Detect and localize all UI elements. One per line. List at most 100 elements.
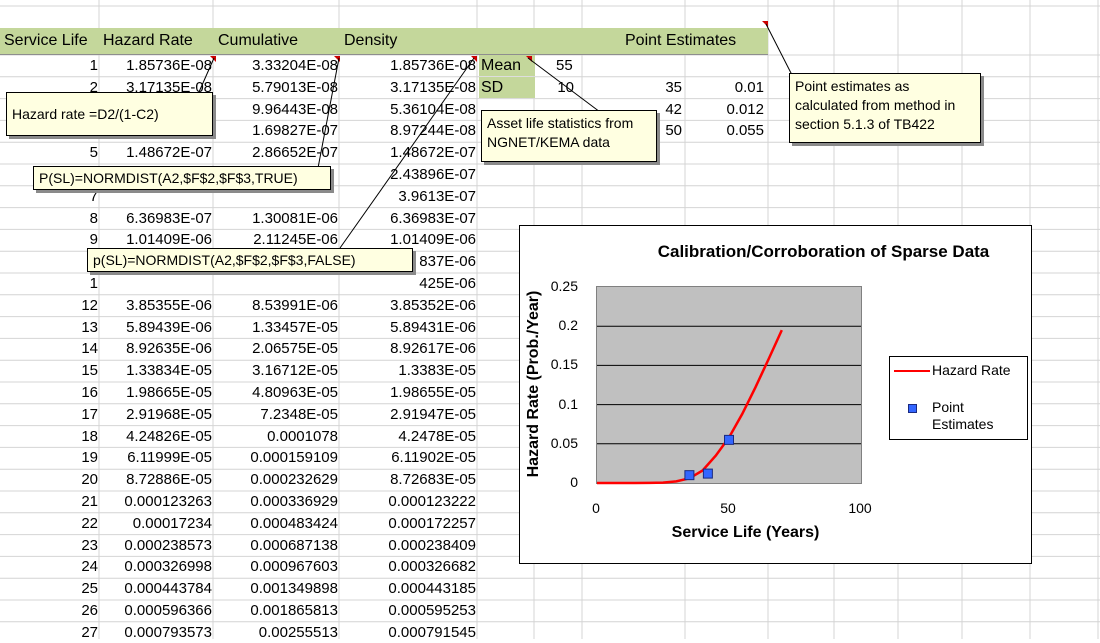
cell-service-life[interactable]: 26 xyxy=(0,600,98,622)
cell-hazard-rate[interactable]: 5.89439E-06 xyxy=(100,317,212,339)
cell-service-life[interactable]: 1 xyxy=(0,273,98,295)
cell-density[interactable]: 0.000172257 xyxy=(340,513,476,535)
cell-service-life[interactable]: 9 xyxy=(0,229,98,251)
cell-density[interactable]: 1.85736E-08 xyxy=(340,55,476,77)
cell-service-life[interactable]: 5 xyxy=(0,142,98,164)
cell-density[interactable]: 1.98655E-05 xyxy=(340,382,476,404)
cell-density[interactable]: 8.72683E-05 xyxy=(340,469,476,491)
cell-cumulative[interactable]: 1.69827E-07 xyxy=(214,120,338,142)
cell-hazard-rate[interactable]: 2.91968E-05 xyxy=(100,404,212,426)
cell-service-life[interactable]: 1 xyxy=(0,251,98,273)
cell-service-life[interactable]: 27 xyxy=(0,622,98,643)
cell-cumulative[interactable]: 0.001349898 xyxy=(214,578,338,600)
cell-density[interactable]: 3.85352E-06 xyxy=(340,295,476,317)
hazard-chart[interactable]: Calibration/Corroboration of Sparse Data… xyxy=(519,225,1032,564)
cell-cumulative[interactable]: 0.000483424 xyxy=(214,513,338,535)
cell-hazard-rate[interactable]: 1.98665E-05 xyxy=(100,382,212,404)
cell-cumulative[interactable]: 0.00255513 xyxy=(214,622,338,643)
cell-service-life[interactable]: 24 xyxy=(0,556,98,578)
cell-cumulative[interactable]: 0.000336929 xyxy=(214,491,338,513)
point-rate-2[interactable]: 0.012 xyxy=(700,99,764,121)
point-estimate-marker[interactable] xyxy=(684,470,695,481)
cell-hazard-rate[interactable]: 0.000793573 xyxy=(100,622,212,643)
series-line-hazard-rate[interactable] xyxy=(597,329,783,485)
cell-service-life[interactable]: 1 xyxy=(0,55,98,77)
cell-cumulative[interactable]: 9.96443E-08 xyxy=(214,99,338,121)
cell-hazard-rate[interactable]: 0.00017234 xyxy=(100,513,212,535)
cell-hazard-rate[interactable]: 6.11999E-05 xyxy=(100,447,212,469)
point-life-1[interactable]: 35 xyxy=(630,77,682,99)
cell-service-life[interactable]: 19 xyxy=(0,447,98,469)
point-estimate-marker[interactable] xyxy=(724,434,734,445)
cell-cumulative[interactable]: 5.79013E-08 xyxy=(214,77,338,99)
cell-hazard-rate[interactable]: 0.000596366 xyxy=(100,600,212,622)
cell-cumulative[interactable]: 0.000687138 xyxy=(214,535,338,557)
cell-density[interactable]: 0.000443185 xyxy=(340,578,476,600)
header-point-estimates[interactable]: Point Estimates xyxy=(625,28,736,54)
cell-cumulative[interactable]: 8.53991E-06 xyxy=(214,295,338,317)
header-cumulative[interactable]: Cumulative xyxy=(218,28,298,54)
comment-density[interactable]: p(SL)=NORMDIST(A2,$F$2,$F$3,FALSE) xyxy=(87,248,413,272)
comment-cumulative[interactable]: P(SL)=NORMDIST(A2,$F$2,$F$3,TRUE) xyxy=(33,166,331,190)
cell-density[interactable]: 2.43896E-07 xyxy=(340,164,476,186)
cell-density[interactable]: 3.9613E-07 xyxy=(340,186,476,208)
cell-service-life[interactable]: 12 xyxy=(0,295,98,317)
cell-density[interactable]: 1.48672E-07 xyxy=(340,142,476,164)
cell-cumulative[interactable]: 2.06575E-05 xyxy=(214,338,338,360)
cell-cumulative[interactable]: 2.86652E-07 xyxy=(214,142,338,164)
cell-service-life[interactable]: 21 xyxy=(0,491,98,513)
comment-indicator[interactable] xyxy=(762,21,768,27)
cell-hazard-rate[interactable]: 0.000238573 xyxy=(100,535,212,557)
cell-density[interactable]: 4.2478E-05 xyxy=(340,426,476,448)
plot-area[interactable] xyxy=(596,286,862,485)
cell-cumulative[interactable]: 1.33457E-05 xyxy=(214,317,338,339)
cell-service-life[interactable]: 25 xyxy=(0,578,98,600)
cell-density[interactable]: 2.91947E-05 xyxy=(340,404,476,426)
cell-service-life[interactable]: 13 xyxy=(0,317,98,339)
header-hazard-rate[interactable]: Hazard Rate xyxy=(103,28,193,54)
comment-indicator[interactable] xyxy=(334,56,340,62)
spreadsheet[interactable]: Service Life Hazard Rate Cumulative Dens… xyxy=(0,0,1100,641)
cell-cumulative[interactable]: 3.33204E-08 xyxy=(214,55,338,77)
cell-hazard-rate[interactable]: 1.33834E-05 xyxy=(100,360,212,382)
cell-service-life[interactable]: 15 xyxy=(0,360,98,382)
cell-hazard-rate[interactable]: 0.000443784 xyxy=(100,578,212,600)
chart-legend[interactable]: Hazard Rate Point Estimates xyxy=(889,356,1028,440)
comment-asset-stats[interactable]: Asset life statistics from NGNET/KEMA da… xyxy=(481,110,657,162)
cell-hazard-rate[interactable]: 3.85355E-06 xyxy=(100,295,212,317)
cell-service-life[interactable]: 8 xyxy=(0,208,98,230)
cell-hazard-rate[interactable]: 8.92635E-06 xyxy=(100,338,212,360)
point-rate-3[interactable]: 0.055 xyxy=(700,120,764,142)
header-service-life[interactable]: Service Life xyxy=(4,28,88,54)
comment-hazard-rate[interactable]: Hazard rate =D2/(1-C2) xyxy=(6,92,213,136)
cell-hazard-rate[interactable]: 4.24826E-05 xyxy=(100,426,212,448)
cell-cumulative[interactable]: 0.0001078 xyxy=(214,426,338,448)
cell-density[interactable]: 8.97244E-08 xyxy=(340,120,476,142)
cell-cumulative[interactable]: 0.001865813 xyxy=(214,600,338,622)
cell-hazard-rate[interactable]: 1.48672E-07 xyxy=(100,142,212,164)
cell-cumulative[interactable]: 0.000967603 xyxy=(214,556,338,578)
cell-density[interactable]: 3.17135E-08 xyxy=(340,77,476,99)
cell-density[interactable]: 6.11902E-05 xyxy=(340,447,476,469)
cell-density[interactable]: 0.000791545 xyxy=(340,622,476,643)
comment-indicator[interactable] xyxy=(526,56,532,62)
cell-cumulative[interactable]: 3.16712E-05 xyxy=(214,360,338,382)
cell-hazard-rate[interactable]: 1.85736E-08 xyxy=(100,55,212,77)
cell-density[interactable]: 5.89431E-06 xyxy=(340,317,476,339)
cell-hazard-rate[interactable]: 0.000123263 xyxy=(100,491,212,513)
comment-indicator[interactable] xyxy=(471,56,477,62)
cell-service-life[interactable]: 14 xyxy=(0,338,98,360)
cell-cumulative[interactable]: 7.2348E-05 xyxy=(214,404,338,426)
cell-cumulative[interactable]: 4.80963E-05 xyxy=(214,382,338,404)
cell-density[interactable]: 6.36983E-07 xyxy=(340,208,476,230)
cell-cumulative[interactable]: 0.000232629 xyxy=(214,469,338,491)
cell-cumulative[interactable]: 1.30081E-06 xyxy=(214,208,338,230)
mean-value[interactable]: 55 xyxy=(556,55,573,77)
comment-point-estimates[interactable]: Point estimates as calculated from metho… xyxy=(789,73,981,143)
cell-density[interactable]: 8.92617E-06 xyxy=(340,338,476,360)
cell-density[interactable]: 0.000238409 xyxy=(340,535,476,557)
cell-service-life[interactable]: 18 xyxy=(0,426,98,448)
header-density[interactable]: Density xyxy=(344,28,397,54)
cell-density[interactable]: 425E-06 xyxy=(340,273,476,295)
cell-density[interactable]: 1.3383E-05 xyxy=(340,360,476,382)
